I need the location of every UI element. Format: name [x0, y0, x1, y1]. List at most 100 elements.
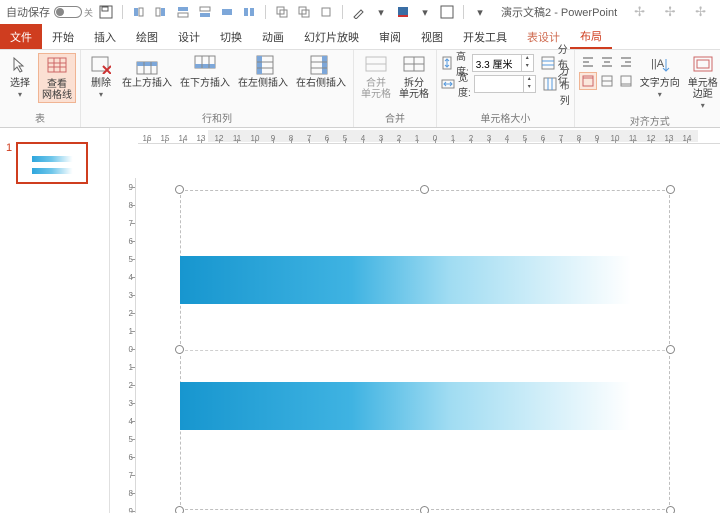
tab-home[interactable]: 开始	[42, 24, 84, 49]
insert-left-label: 在左侧插入	[238, 78, 288, 89]
handle-n[interactable]	[420, 185, 429, 194]
thumbnail-pane[interactable]: 1	[0, 128, 110, 513]
tab-layout[interactable]: 布局	[570, 24, 612, 49]
ribbon: 选择 查看 网格线 表 删除 在上方插入 在下方插入	[0, 50, 720, 128]
slide-thumbnail-1[interactable]: 1	[6, 142, 103, 184]
eyedropper-icon[interactable]	[350, 3, 368, 21]
handle-s[interactable]	[420, 506, 429, 513]
row-divider	[180, 350, 670, 351]
tab-animations[interactable]: 动画	[252, 24, 294, 49]
qat-btn-4[interactable]	[196, 3, 214, 21]
handle-sw[interactable]	[175, 506, 184, 513]
tab-design[interactable]: 设计	[168, 24, 210, 49]
width-icon	[441, 78, 455, 90]
align-right[interactable]	[617, 53, 635, 71]
selected-table[interactable]	[180, 190, 670, 510]
width-up[interactable]: ▴	[523, 76, 535, 84]
qat-btn-6[interactable]	[240, 3, 258, 21]
autosave-switch[interactable]	[54, 6, 82, 18]
tab-slideshow[interactable]: 幻灯片放映	[294, 24, 369, 49]
insert-left-icon	[252, 54, 274, 76]
save-icon-2[interactable]	[438, 3, 456, 21]
group-rowcol-label: 行和列	[85, 109, 349, 127]
qat-dropdown-1[interactable]: ▾	[372, 3, 390, 21]
tab-transitions[interactable]: 切换	[210, 24, 252, 49]
qat-btn-8[interactable]	[295, 3, 313, 21]
align-grid	[579, 53, 635, 90]
cell-margins-button[interactable]: 单元格 边距	[685, 53, 720, 112]
merge-label: 合并 单元格	[361, 78, 391, 100]
dist-cols-icon	[543, 77, 557, 91]
height-input[interactable]	[473, 55, 521, 71]
qat-btn-3[interactable]	[174, 3, 192, 21]
align-top[interactable]	[579, 72, 597, 90]
width-down[interactable]: ▾	[523, 84, 535, 92]
autosave-off-text: 关	[84, 6, 93, 19]
group-size-label: 单元格大小	[441, 109, 570, 127]
tab-insert[interactable]: 插入	[84, 24, 126, 49]
svg-text:||A: ||A	[651, 58, 665, 70]
table-row-1[interactable]	[180, 256, 670, 304]
qat-dropdown-2[interactable]: ▾	[416, 3, 434, 21]
handle-w[interactable]	[175, 345, 184, 354]
autosave-label: 自动保存	[6, 4, 50, 20]
cell-margins-label: 单元格 边距	[688, 78, 718, 111]
handle-se[interactable]	[666, 506, 675, 513]
width-input[interactable]	[475, 76, 523, 92]
align-bottom[interactable]	[617, 72, 635, 90]
align-center[interactable]	[598, 53, 616, 71]
horizontal-ruler: 1615141312111098765432101234567891011121…	[138, 128, 720, 144]
qat-more[interactable]: ▾	[471, 3, 489, 21]
select-button[interactable]: 选择	[4, 53, 36, 101]
insert-above-label: 在上方插入	[122, 78, 172, 89]
insert-below-button[interactable]: 在下方插入	[177, 53, 233, 90]
height-up[interactable]: ▴	[521, 55, 533, 63]
handle-ne[interactable]	[666, 185, 675, 194]
workspace: 1 16151413121110987654321012345678910111…	[0, 128, 720, 513]
handle-nw[interactable]	[175, 185, 184, 194]
tab-review[interactable]: 审阅	[369, 24, 411, 49]
group-cell-size: 高度: ▴▾ 分布行 宽度: ▴▾ 分布列	[437, 50, 575, 127]
insert-left-button[interactable]: 在左侧插入	[235, 53, 291, 90]
insert-right-button[interactable]: 在右侧插入	[293, 53, 349, 90]
grid-icon	[46, 55, 68, 77]
autosave-toggle[interactable]: 自动保存 关	[6, 4, 93, 20]
insert-right-icon	[310, 54, 332, 76]
tab-view[interactable]: 视图	[411, 24, 453, 49]
qat-btn-2[interactable]	[152, 3, 170, 21]
qat-btn-7[interactable]	[273, 3, 291, 21]
height-spinner[interactable]: ▴▾	[472, 54, 534, 72]
dist-cols-label[interactable]: 分布列	[560, 62, 570, 107]
save-icon[interactable]	[97, 3, 115, 21]
tab-draw[interactable]: 绘图	[126, 24, 168, 49]
fill-color-icon[interactable]	[394, 3, 412, 21]
merge-cells-button[interactable]: 合并 单元格	[358, 53, 394, 101]
decorative-birds: ✢ ✢ ✢	[634, 4, 714, 20]
group-merge-label: 合并	[358, 109, 432, 127]
insert-above-button[interactable]: 在上方插入	[119, 53, 175, 90]
thumb-preview[interactable]	[16, 142, 88, 184]
width-spinner[interactable]: ▴▾	[474, 75, 536, 93]
handle-e[interactable]	[666, 345, 675, 354]
view-gridlines-button[interactable]: 查看 网格线	[38, 53, 76, 103]
qat-btn-1[interactable]	[130, 3, 148, 21]
thumb-number: 1	[6, 142, 12, 184]
qat-btn-5[interactable]	[218, 3, 236, 21]
align-middle[interactable]	[598, 72, 616, 90]
split-label: 拆分 单元格	[399, 78, 429, 100]
height-down[interactable]: ▾	[521, 63, 533, 71]
split-cells-button[interactable]: 拆分 单元格	[396, 53, 432, 101]
tab-file[interactable]: 文件	[0, 24, 42, 49]
table-row-2[interactable]	[180, 382, 670, 430]
align-left[interactable]	[579, 53, 597, 71]
text-dir-label: 文字方向	[640, 78, 680, 100]
tab-developer[interactable]: 开发工具	[453, 24, 517, 49]
text-direction-icon: ||A	[649, 54, 671, 76]
gridlines-label: 查看 网格线	[42, 79, 72, 101]
qat-btn-9[interactable]	[317, 3, 335, 21]
insert-below-icon	[194, 54, 216, 76]
text-direction-button[interactable]: ||A 文字方向	[637, 53, 683, 101]
insert-above-icon	[136, 54, 158, 76]
slide-area[interactable]: 1615141312111098765432101234567891011121…	[110, 128, 720, 513]
delete-button[interactable]: 删除	[85, 53, 117, 101]
